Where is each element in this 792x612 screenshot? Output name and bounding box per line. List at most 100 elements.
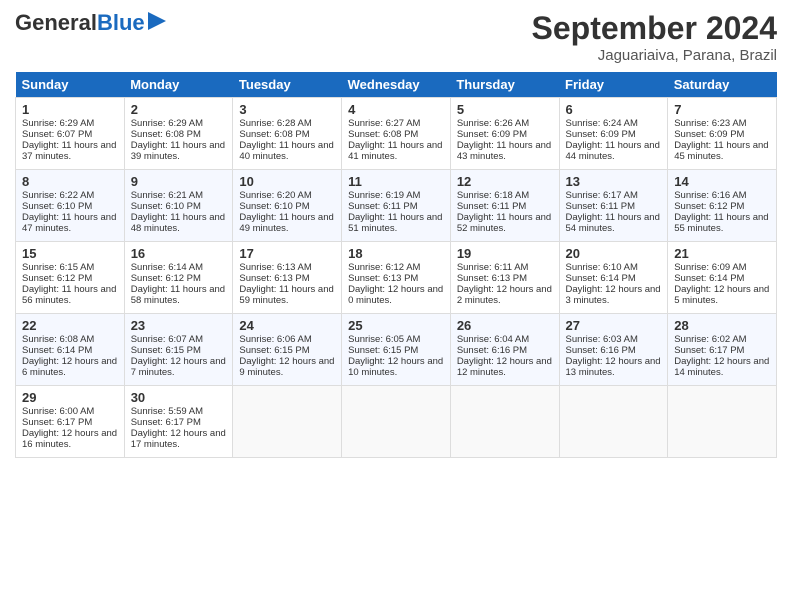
table-cell: 14 Sunrise: 6:16 AM Sunset: 6:12 PM Dayl… <box>668 170 777 242</box>
day-number: 29 <box>22 390 118 405</box>
sunrise-info: Sunrise: 6:05 AM <box>348 334 420 345</box>
daylight-info: Daylight: 11 hours and 40 minutes. <box>239 140 333 162</box>
col-monday: Monday <box>124 72 233 98</box>
table-cell: 15 Sunrise: 6:15 AM Sunset: 6:12 PM Dayl… <box>16 242 125 314</box>
sunrise-info: Sunrise: 6:22 AM <box>22 190 94 201</box>
day-number: 10 <box>239 174 335 189</box>
day-number: 28 <box>674 318 770 333</box>
table-cell: 16 Sunrise: 6:14 AM Sunset: 6:12 PM Dayl… <box>124 242 233 314</box>
sunrise-info: Sunrise: 6:17 AM <box>566 190 638 201</box>
day-number: 20 <box>566 246 662 261</box>
sunrise-info: Sunrise: 6:20 AM <box>239 190 311 201</box>
sunset-info: Sunset: 6:15 PM <box>239 345 309 356</box>
table-cell: 28 Sunrise: 6:02 AM Sunset: 6:17 PM Dayl… <box>668 314 777 386</box>
logo-general-text: General <box>15 10 97 36</box>
day-number: 21 <box>674 246 770 261</box>
sunset-info: Sunset: 6:17 PM <box>22 417 92 428</box>
daylight-info: Daylight: 12 hours and 7 minutes. <box>131 356 226 378</box>
col-thursday: Thursday <box>450 72 559 98</box>
table-cell: 3 Sunrise: 6:28 AM Sunset: 6:08 PM Dayli… <box>233 98 342 170</box>
sunrise-info: Sunrise: 6:02 AM <box>674 334 746 345</box>
table-cell: 24 Sunrise: 6:06 AM Sunset: 6:15 PM Dayl… <box>233 314 342 386</box>
day-number: 8 <box>22 174 118 189</box>
logo-arrow-icon <box>148 12 166 30</box>
table-cell: 19 Sunrise: 6:11 AM Sunset: 6:13 PM Dayl… <box>450 242 559 314</box>
sunset-info: Sunset: 6:10 PM <box>131 201 201 212</box>
sunrise-info: Sunrise: 6:27 AM <box>348 118 420 129</box>
calendar-row: 15 Sunrise: 6:15 AM Sunset: 6:12 PM Dayl… <box>16 242 777 314</box>
sunrise-info: Sunrise: 6:16 AM <box>674 190 746 201</box>
daylight-info: Daylight: 12 hours and 2 minutes. <box>457 284 552 306</box>
day-number: 7 <box>674 102 770 117</box>
location: Jaguariaiva, Parana, Brazil <box>532 47 777 64</box>
title-block: September 2024 Jaguariaiva, Parana, Braz… <box>532 10 777 64</box>
table-cell: 22 Sunrise: 6:08 AM Sunset: 6:14 PM Dayl… <box>16 314 125 386</box>
sunrise-info: Sunrise: 6:04 AM <box>457 334 529 345</box>
sunrise-info: Sunrise: 6:24 AM <box>566 118 638 129</box>
table-cell: 26 Sunrise: 6:04 AM Sunset: 6:16 PM Dayl… <box>450 314 559 386</box>
table-cell: 13 Sunrise: 6:17 AM Sunset: 6:11 PM Dayl… <box>559 170 668 242</box>
sunset-info: Sunset: 6:12 PM <box>22 273 92 284</box>
daylight-info: Daylight: 12 hours and 14 minutes. <box>674 356 769 378</box>
sunrise-info: Sunrise: 6:21 AM <box>131 190 203 201</box>
header-row: Sunday Monday Tuesday Wednesday Thursday… <box>16 72 777 98</box>
sunrise-info: Sunrise: 5:59 AM <box>131 406 203 417</box>
sunrise-info: Sunrise: 6:26 AM <box>457 118 529 129</box>
sunset-info: Sunset: 6:10 PM <box>239 201 309 212</box>
table-cell <box>668 386 777 458</box>
daylight-info: Daylight: 11 hours and 55 minutes. <box>674 212 768 234</box>
daylight-info: Daylight: 11 hours and 43 minutes. <box>457 140 551 162</box>
daylight-info: Daylight: 11 hours and 52 minutes. <box>457 212 551 234</box>
sunrise-info: Sunrise: 6:09 AM <box>674 262 746 273</box>
table-cell: 25 Sunrise: 6:05 AM Sunset: 6:15 PM Dayl… <box>342 314 451 386</box>
sunset-info: Sunset: 6:09 PM <box>674 129 744 140</box>
sunset-info: Sunset: 6:14 PM <box>566 273 636 284</box>
sunset-info: Sunset: 6:12 PM <box>674 201 744 212</box>
daylight-info: Daylight: 11 hours and 54 minutes. <box>566 212 660 234</box>
sunset-info: Sunset: 6:13 PM <box>239 273 309 284</box>
daylight-info: Daylight: 11 hours and 59 minutes. <box>239 284 333 306</box>
sunrise-info: Sunrise: 6:28 AM <box>239 118 311 129</box>
day-number: 13 <box>566 174 662 189</box>
day-number: 30 <box>131 390 227 405</box>
daylight-info: Daylight: 12 hours and 5 minutes. <box>674 284 769 306</box>
sunset-info: Sunset: 6:09 PM <box>457 129 527 140</box>
sunset-info: Sunset: 6:17 PM <box>131 417 201 428</box>
table-cell: 6 Sunrise: 6:24 AM Sunset: 6:09 PM Dayli… <box>559 98 668 170</box>
sunrise-info: Sunrise: 6:07 AM <box>131 334 203 345</box>
sunset-info: Sunset: 6:12 PM <box>131 273 201 284</box>
sunset-info: Sunset: 6:11 PM <box>457 201 527 212</box>
day-number: 27 <box>566 318 662 333</box>
sunset-info: Sunset: 6:08 PM <box>348 129 418 140</box>
table-cell: 20 Sunrise: 6:10 AM Sunset: 6:14 PM Dayl… <box>559 242 668 314</box>
day-number: 15 <box>22 246 118 261</box>
day-number: 18 <box>348 246 444 261</box>
sunset-info: Sunset: 6:17 PM <box>674 345 744 356</box>
day-number: 9 <box>131 174 227 189</box>
daylight-info: Daylight: 12 hours and 3 minutes. <box>566 284 661 306</box>
daylight-info: Daylight: 11 hours and 41 minutes. <box>348 140 442 162</box>
daylight-info: Daylight: 11 hours and 47 minutes. <box>22 212 116 234</box>
sunrise-info: Sunrise: 6:15 AM <box>22 262 94 273</box>
table-cell: 21 Sunrise: 6:09 AM Sunset: 6:14 PM Dayl… <box>668 242 777 314</box>
month-title: September 2024 <box>532 10 777 47</box>
day-number: 11 <box>348 174 444 189</box>
sunrise-info: Sunrise: 6:06 AM <box>239 334 311 345</box>
day-number: 5 <box>457 102 553 117</box>
day-number: 2 <box>131 102 227 117</box>
table-cell: 11 Sunrise: 6:19 AM Sunset: 6:11 PM Dayl… <box>342 170 451 242</box>
sunrise-info: Sunrise: 6:08 AM <box>22 334 94 345</box>
sunset-info: Sunset: 6:13 PM <box>348 273 418 284</box>
day-number: 6 <box>566 102 662 117</box>
daylight-info: Daylight: 12 hours and 6 minutes. <box>22 356 117 378</box>
daylight-info: Daylight: 12 hours and 0 minutes. <box>348 284 443 306</box>
day-number: 23 <box>131 318 227 333</box>
sunset-info: Sunset: 6:14 PM <box>22 345 92 356</box>
day-number: 26 <box>457 318 553 333</box>
table-cell: 1 Sunrise: 6:29 AM Sunset: 6:07 PM Dayli… <box>16 98 125 170</box>
daylight-info: Daylight: 11 hours and 37 minutes. <box>22 140 116 162</box>
table-cell: 7 Sunrise: 6:23 AM Sunset: 6:09 PM Dayli… <box>668 98 777 170</box>
calendar-row: 8 Sunrise: 6:22 AM Sunset: 6:10 PM Dayli… <box>16 170 777 242</box>
calendar-row: 29 Sunrise: 6:00 AM Sunset: 6:17 PM Dayl… <box>16 386 777 458</box>
sunset-info: Sunset: 6:16 PM <box>566 345 636 356</box>
